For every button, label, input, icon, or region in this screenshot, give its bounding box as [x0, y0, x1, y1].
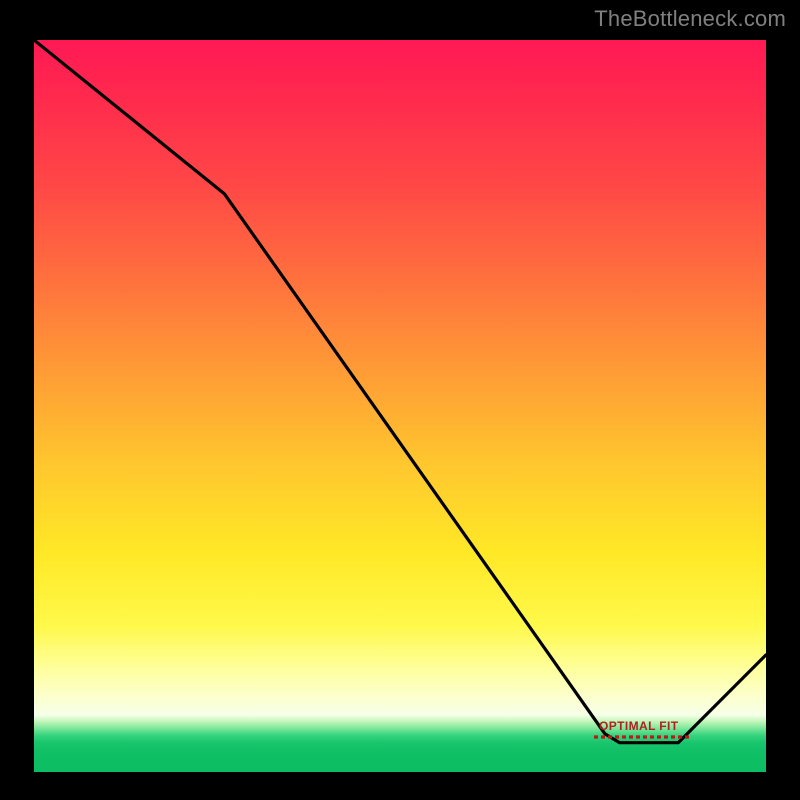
optimal-fit-label: OPTIMAL FIT: [599, 719, 679, 733]
plot-area: OPTIMAL FIT: [30, 36, 770, 776]
line-chart: [34, 40, 766, 772]
series-curve: [34, 40, 766, 743]
chart-stage: TheBottleneck.com OPTIMAL FIT: [0, 0, 800, 800]
watermark-text: TheBottleneck.com: [594, 6, 786, 32]
